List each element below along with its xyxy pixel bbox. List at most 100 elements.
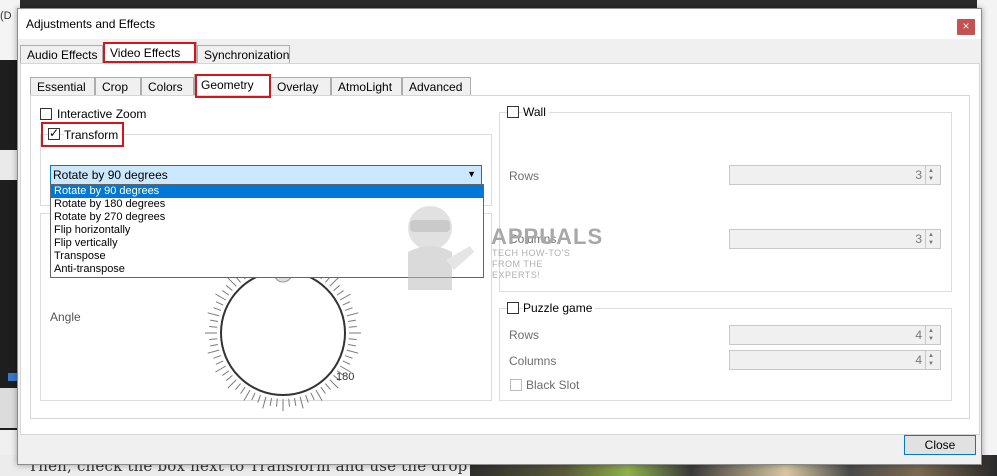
wall-checkbox[interactable] (507, 106, 519, 118)
close-icon: × (962, 19, 970, 33)
dial-tick (344, 355, 353, 359)
dial-tick (310, 392, 315, 401)
tab-overlay[interactable]: Overlay (270, 77, 331, 95)
puzzle-rows-label: Rows (509, 328, 540, 342)
dial-tick (347, 319, 356, 323)
tab-audio-effects[interactable]: Audio Effects (20, 45, 103, 63)
transform-type-select[interactable]: Rotate by 90 degrees ▼ (50, 165, 482, 185)
dial-tick (342, 301, 351, 306)
dial-tick (269, 397, 273, 406)
dial-tick (209, 338, 218, 340)
dial-tick (227, 379, 237, 389)
tab-synchronization[interactable]: Synchronization (197, 45, 290, 63)
spin-down-icon: ▼ (928, 361, 934, 367)
option-flip-horizontally[interactable]: Flip horizontally (51, 224, 483, 237)
dial-tick (276, 398, 278, 407)
puzzle-columns-label: Columns (509, 354, 557, 368)
black-slot-checkbox[interactable] (510, 379, 522, 391)
spin-up-icon: ▲ (928, 328, 934, 334)
interactive-zoom-checkbox[interactable] (40, 108, 52, 120)
dial-tick (257, 394, 261, 403)
wall-rows-value: 3 (915, 168, 922, 182)
spin-up-icon: ▲ (928, 353, 934, 359)
watermark-logo: APPUALS (491, 224, 604, 249)
dial-tick (235, 383, 241, 391)
dial-tick (299, 396, 304, 409)
dial-tick (210, 343, 219, 347)
dial-tick (339, 293, 351, 301)
dial-tick (315, 389, 323, 401)
option-anti-transpose[interactable]: Anti-transpose (51, 263, 483, 276)
wall-label: Wall (523, 105, 549, 119)
dial-tick (348, 338, 357, 340)
option-rotate-270[interactable]: Rotate by 270 degrees (51, 211, 483, 224)
transform-type-dropdown[interactable]: Rotate by 90 degrees Rotate by 180 degre… (50, 184, 484, 278)
puzzle-label: Puzzle game (523, 301, 596, 315)
wall-columns-spinbox[interactable]: 3 ▲ ▼ (729, 229, 941, 249)
spin-down-icon: ▼ (928, 176, 934, 182)
dial-tick (344, 307, 353, 311)
spin-up-icon: ▲ (928, 232, 934, 238)
dial-tick (213, 307, 222, 311)
spin-buttons[interactable]: ▲ ▼ (925, 326, 940, 344)
option-rotate-90[interactable]: Rotate by 90 degrees (51, 185, 483, 198)
spin-buttons[interactable]: ▲ ▼ (925, 166, 940, 184)
dial-tick (346, 349, 359, 354)
tab-essential[interactable]: Essential (30, 77, 95, 95)
window-title: Adjustments and Effects (26, 17, 156, 31)
transform-label: Transform (64, 128, 122, 142)
dial-tick (227, 277, 237, 287)
dial-tick (215, 360, 224, 365)
dial-tick (325, 383, 331, 391)
dial-tick (262, 396, 267, 409)
dial-tick (240, 386, 246, 394)
title-bar: Adjustments and Effects × (18, 9, 981, 39)
dial-tick (288, 398, 290, 407)
angle-label: Angle (50, 310, 81, 324)
wall-rows-spinbox[interactable]: 3 ▲ ▼ (729, 165, 941, 185)
dial-tick (225, 375, 233, 381)
dial-tick (222, 290, 230, 296)
puzzle-rows-spinbox[interactable]: 4 ▲ ▼ (729, 325, 941, 345)
puzzle-rows-value: 4 (915, 328, 922, 342)
dial-tick (213, 355, 222, 359)
transform-type-value: Rotate by 90 degrees (53, 168, 168, 182)
wall-rows-label: Rows (509, 169, 540, 183)
tab-advanced[interactable]: Advanced (402, 77, 471, 95)
dial-tick (225, 285, 233, 291)
option-transpose[interactable]: Transpose (51, 250, 483, 263)
tab-video-effects[interactable]: Video Effects (103, 42, 197, 63)
puzzle-columns-spinbox[interactable]: 4 ▲ ▼ (729, 350, 941, 370)
puzzle-checkbox[interactable] (507, 302, 519, 314)
puzzle-columns-value: 4 (915, 353, 922, 367)
dial-tick (251, 392, 256, 401)
dial-tick (333, 285, 341, 291)
dial-tick (222, 370, 230, 376)
spin-buttons[interactable]: ▲ ▼ (925, 351, 940, 369)
dial-tick (342, 360, 351, 365)
transform-checkbox[interactable]: ✓ (48, 126, 60, 140)
wall-columns-value: 3 (915, 232, 922, 246)
interactive-zoom-label: Interactive Zoom (57, 107, 147, 121)
tab-atmolight[interactable]: AtmoLight (331, 77, 402, 95)
black-slot-label: Black Slot (526, 378, 580, 392)
checkmark-icon: ✓ (49, 126, 60, 140)
watermark-tagline: TECH HOW-TO'S FROM THE EXPERTS! (492, 248, 571, 280)
tab-crop[interactable]: Crop (95, 77, 141, 95)
option-rotate-180[interactable]: Rotate by 180 degrees (51, 198, 483, 211)
spin-down-icon: ▼ (928, 336, 934, 342)
tab-geometry[interactable]: Geometry (194, 74, 270, 95)
dial-tick (329, 277, 339, 287)
bg-fragment: (D (0, 10, 12, 22)
spin-buttons[interactable]: ▲ ▼ (925, 230, 940, 248)
option-flip-vertically[interactable]: Flip vertically (51, 237, 483, 250)
close-button[interactable]: Close (904, 435, 976, 455)
window-close-button[interactable]: × (957, 19, 975, 35)
dial-tick (320, 386, 326, 394)
dial-tick (348, 326, 357, 328)
dial-180-label: 180 (336, 371, 355, 383)
dial-tick (209, 326, 218, 328)
dial-tick (293, 397, 297, 406)
tab-colors[interactable]: Colors (141, 77, 194, 95)
dropdown-arrow-icon: ▼ (467, 169, 476, 179)
